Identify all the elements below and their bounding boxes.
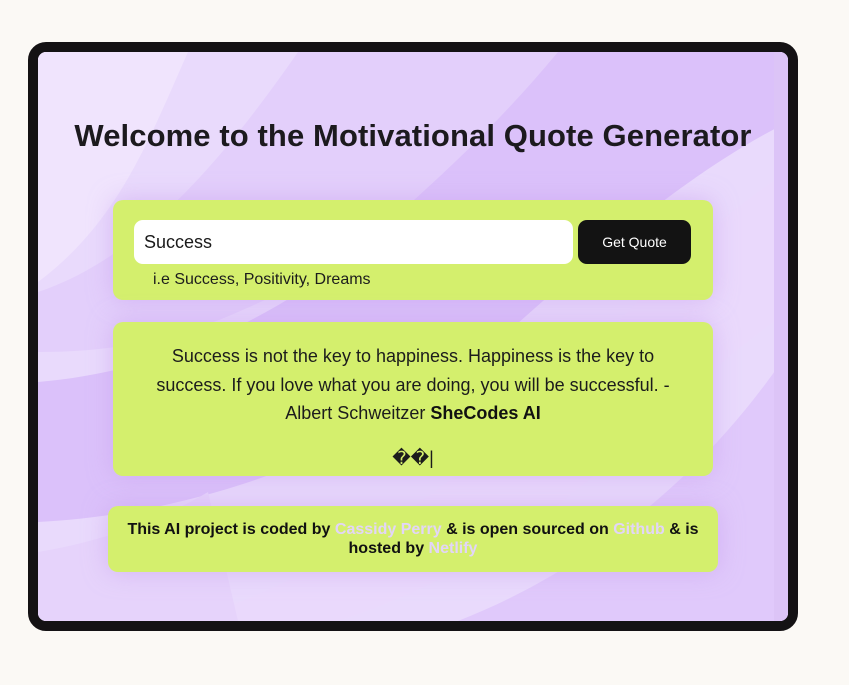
search-input[interactable]	[134, 220, 573, 264]
footer: This AI project is coded by Cassidy Perr…	[108, 506, 718, 572]
github-link[interactable]: Github	[613, 521, 665, 538]
typewriter-cursor: ��|	[392, 448, 434, 468]
get-quote-button[interactable]: Get Quote	[578, 220, 691, 264]
search-form: Get Quote i.e Success, Positivity, Dream…	[113, 200, 713, 300]
page-title: Welcome to the Motivational Quote Genera…	[74, 118, 752, 153]
netlify-link[interactable]: Netlify	[429, 540, 478, 557]
quote-body: Success is not the key to happiness. Hap…	[156, 346, 670, 423]
footer-text-part1: This AI project is coded by	[127, 521, 335, 538]
author-link[interactable]: Cassidy Perry	[335, 521, 442, 538]
search-hint: i.e Success, Positivity, Dreams	[153, 271, 371, 288]
app-frame: Welcome to the Motivational Quote Genera…	[28, 42, 798, 631]
main-content: Welcome to the Motivational Quote Genera…	[38, 52, 788, 621]
footer-text: This AI project is coded by Cassidy Perr…	[118, 520, 708, 558]
quote-card: Success is not the key to happiness. Hap…	[113, 322, 713, 476]
quote-text: Success is not the key to happiness. Hap…	[149, 342, 677, 428]
footer-text-part2: & is open sourced on	[441, 521, 614, 538]
quote-signature: SheCodes AI	[430, 403, 541, 423]
